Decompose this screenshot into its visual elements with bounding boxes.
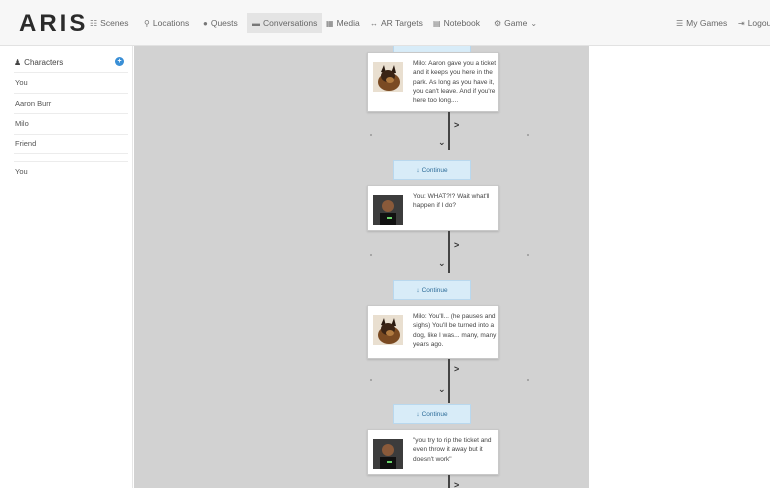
continue-button[interactable]: ↓ Continue (393, 280, 471, 300)
nav-conversations[interactable]: ▬ Conversations (247, 13, 323, 33)
add-character-icon[interactable]: + (115, 57, 124, 66)
characters-header: ♟ Characters + (14, 55, 126, 69)
chevron-down-icon[interactable]: ⌄ (438, 384, 446, 395)
connector-line (448, 112, 450, 150)
characters-sidebar: ♟ Characters + You Aaron Burr Milo Frien… (0, 46, 133, 488)
nav-scenes[interactable]: ☷ Scenes (90, 12, 129, 34)
chevron-right-icon[interactable]: > (454, 480, 459, 488)
person-avatar-icon (373, 439, 403, 469)
dialog-text: "you try to rip the ticket and even thro… (413, 437, 492, 463)
ar-targets-icon: ↔ (370, 18, 378, 28)
right-panel (589, 46, 770, 488)
player-item-you[interactable]: You (14, 161, 128, 182)
characters-title: Characters (24, 57, 64, 67)
dialog-text: Milo: Aaron gave you a ticket and it kee… (413, 60, 497, 105)
character-item-aaron-burr[interactable]: Aaron Burr (14, 92, 128, 114)
arrow-down-icon: ↓ (416, 286, 420, 294)
nav-notebook[interactable]: ▤ Notebook (433, 12, 480, 34)
connector-line (448, 475, 450, 488)
person-avatar-icon (373, 195, 403, 225)
notebook-icon: ▤ (433, 18, 441, 28)
dog-avatar-icon (373, 62, 403, 92)
nav-ar-targets-label: AR Targets (381, 18, 423, 28)
conversations-icon: ▬ (252, 18, 260, 28)
chevron-down-icon[interactable]: ⌄ (438, 258, 446, 269)
media-icon: ▦ (326, 18, 334, 28)
my-games-label: My Games (686, 18, 728, 28)
characters-list: You Aaron Burr Milo Friend You (14, 72, 128, 182)
nav-game-dropdown[interactable]: ⚙ Game ⌄ (494, 12, 537, 34)
continue-label: Continue (421, 410, 448, 418)
scenes-icon: ☷ (90, 18, 98, 28)
anchor-dot (370, 134, 372, 136)
connector-line (448, 231, 450, 273)
list-icon: ☰ (676, 18, 684, 28)
nav-locations[interactable]: ⚲ Locations (144, 12, 189, 34)
nav-media-label: Media (336, 18, 360, 28)
continue-button[interactable]: ↓ Continue (393, 404, 471, 424)
conversation-canvas[interactable]: Milo: Aaron gave you a ticket and it kee… (134, 46, 589, 488)
nav-media[interactable]: ▦ Media (326, 12, 360, 34)
continue-button[interactable]: ↓ Continue (393, 160, 471, 180)
chevron-right-icon[interactable]: > (454, 240, 459, 250)
dialog-card[interactable]: "you try to rip the ticket and even thro… (367, 429, 499, 475)
logout-icon: ⇥ (738, 18, 745, 28)
quests-icon: ● (203, 18, 208, 28)
chevron-down-icon: ⌄ (530, 18, 538, 28)
anchor-dot (527, 254, 529, 256)
game-icon: ⚙ (494, 18, 502, 28)
character-item-milo[interactable]: Milo (14, 113, 128, 134)
connector-line (448, 359, 450, 403)
list-divider (14, 154, 128, 161)
aris-logo[interactable]: ARIS (19, 10, 88, 38)
character-item-you[interactable]: You (14, 72, 128, 93)
person-icon: ♟ (14, 57, 22, 67)
chevron-right-icon[interactable]: > (454, 364, 459, 374)
anchor-dot (527, 379, 529, 381)
nav-notebook-label: Notebook (443, 18, 480, 28)
anchor-dot (370, 379, 372, 381)
arrow-down-icon: ↓ (416, 166, 420, 174)
nav-scenes-label: Scenes (100, 18, 129, 28)
logout-link[interactable]: ⇥ Logou (738, 12, 770, 34)
nav-ar-targets[interactable]: ↔ AR Targets (370, 12, 423, 34)
location-pin-icon: ⚲ (144, 18, 150, 28)
dialog-text: You: WHAT?!? Wait what'll happen if I do… (413, 193, 490, 210)
nav-quests[interactable]: ● Quests (203, 12, 238, 34)
continue-label: Continue (421, 166, 448, 174)
character-item-friend[interactable]: Friend (14, 133, 128, 154)
my-games-link[interactable]: ☰ My Games (676, 12, 727, 34)
nav-locations-label: Locations (152, 18, 190, 28)
logout-label: Logou (747, 18, 770, 28)
dialog-card[interactable]: You: WHAT?!? Wait what'll happen if I do… (367, 185, 499, 231)
top-navbar: ARIS ☷ Scenes ⚲ Locations ● Quests ▬ Con… (0, 0, 770, 46)
nav-conversations-label: Conversations (263, 18, 318, 28)
dialog-card[interactable]: Milo: Aaron gave you a ticket and it kee… (367, 52, 499, 112)
anchor-dot (370, 254, 372, 256)
chevron-down-icon[interactable]: ⌄ (438, 137, 446, 148)
dog-avatar-icon (373, 315, 403, 345)
continue-label: Continue (421, 286, 448, 294)
anchor-dot (527, 134, 529, 136)
dialog-text: Milo: You'll... (he pauses and sighs) Yo… (413, 313, 497, 348)
dialog-card[interactable]: Milo: You'll... (he pauses and sighs) Yo… (367, 305, 499, 359)
nav-game-label: Game (504, 18, 528, 28)
nav-quests-label: Quests (210, 18, 238, 28)
chevron-right-icon[interactable]: > (454, 120, 459, 130)
arrow-down-icon: ↓ (416, 410, 420, 418)
